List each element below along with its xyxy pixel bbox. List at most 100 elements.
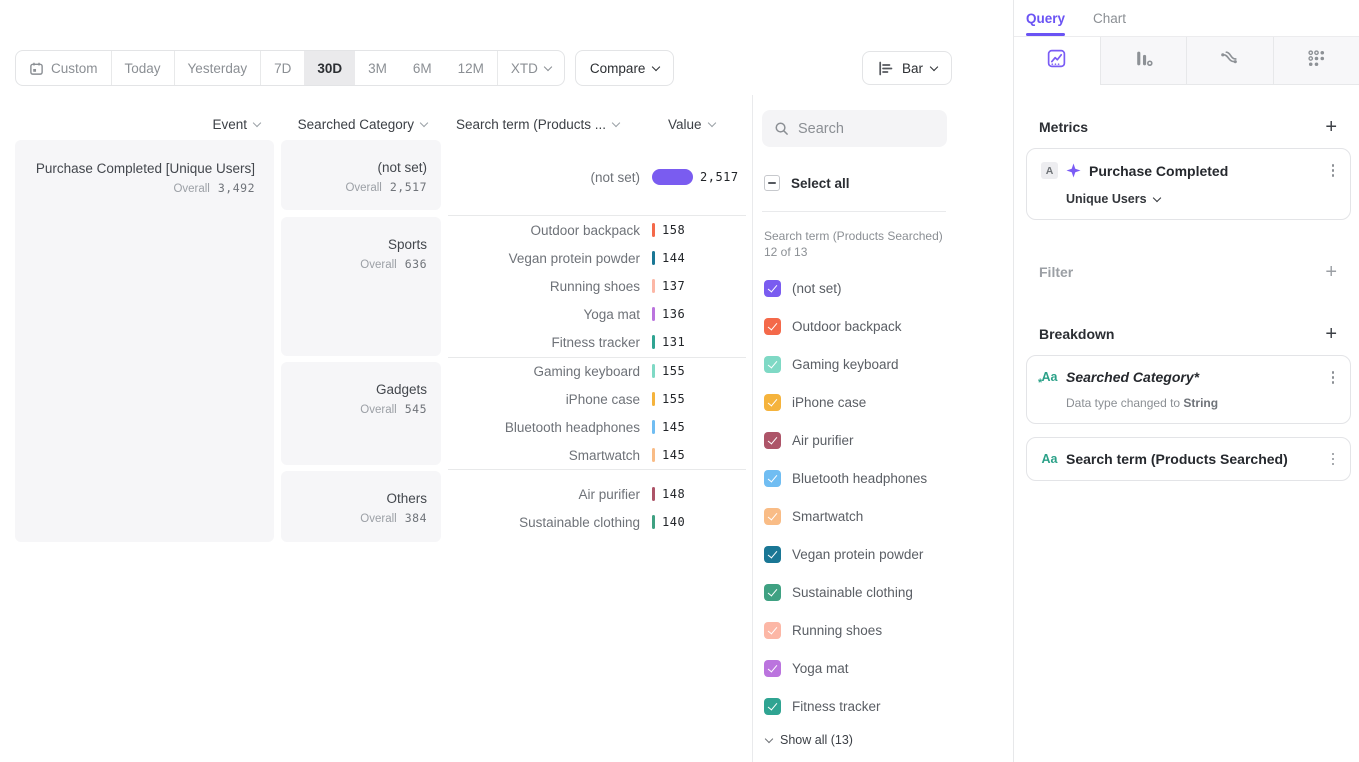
report-tab-insights[interactable] (1014, 37, 1100, 85)
legend-checkbox[interactable] (764, 318, 781, 335)
chevron-down-icon (544, 62, 552, 70)
legend-checkbox[interactable] (764, 394, 781, 411)
category-cell-sports[interactable]: SportsOverall636 (281, 217, 441, 356)
term-row-yoga-mat[interactable]: Yoga mat136 (448, 303, 748, 325)
legend-checkbox[interactable] (764, 546, 781, 563)
term-value: 155 (662, 364, 685, 378)
legend-search[interactable] (762, 110, 947, 147)
column-header-search-term[interactable]: Search term (Products ... (456, 117, 619, 132)
term-row-iphone-case[interactable]: iPhone case155 (448, 388, 748, 410)
category-cell-not-set[interactable]: (not set)Overall2,517 (281, 140, 441, 210)
legend-item-fitness-tracker[interactable]: Fitness tracker (764, 697, 881, 715)
legend-checkbox[interactable] (764, 470, 781, 487)
date-range-label: Custom (51, 61, 98, 76)
query-builder: Metrics + A Purchase Completed Unique Us… (1014, 119, 1359, 481)
report-tab-retention[interactable] (1273, 37, 1359, 85)
legend-item-vegan-protein-powder[interactable]: Vegan protein powder (764, 545, 923, 563)
search-icon (774, 121, 789, 136)
breakdown-menu-icon[interactable] (1330, 369, 1337, 386)
term-row-smartwatch[interactable]: Smartwatch145 (448, 444, 748, 466)
select-all-checkbox[interactable] (764, 175, 780, 191)
legend-item-iphone-case[interactable]: iPhone case (764, 393, 866, 411)
date-range-6m[interactable]: 6M (400, 51, 445, 85)
legend-checkbox[interactable] (764, 660, 781, 677)
legend-checkbox[interactable] (764, 508, 781, 525)
legend-item-smartwatch[interactable]: Smartwatch (764, 507, 863, 525)
select-all-row[interactable]: Select all (764, 175, 850, 191)
event-title: Purchase Completed [Unique Users] (15, 161, 255, 176)
metric-card[interactable]: A Purchase Completed Unique Users (1026, 148, 1351, 220)
tab-query[interactable]: Query (1026, 0, 1065, 36)
string-property-icon: Aa (1041, 452, 1058, 466)
legend-item-not-set[interactable]: (not set) (764, 279, 842, 297)
tab-chart[interactable]: Chart (1093, 0, 1126, 36)
metric-menu-icon[interactable] (1330, 162, 1337, 179)
legend-checkbox[interactable] (764, 584, 781, 601)
legend-item-yoga-mat[interactable]: Yoga mat (764, 659, 849, 677)
date-range-7d[interactable]: 7D (260, 51, 304, 85)
date-range-label: 6M (413, 61, 432, 76)
term-row-fitness-tracker[interactable]: Fitness tracker131 (448, 331, 748, 353)
date-range-label: Yesterday (188, 61, 248, 76)
legend-checkbox[interactable] (764, 622, 781, 639)
add-metric-button[interactable]: + (1325, 120, 1337, 134)
search-input[interactable] (798, 121, 928, 137)
date-range-custom[interactable]: Custom (16, 51, 111, 85)
breakdown-note: Data type changed to String (1066, 396, 1336, 410)
column-header-searched-category[interactable]: Searched Category (240, 117, 427, 132)
legend-item-gaming-keyboard[interactable]: Gaming keyboard (764, 355, 899, 373)
date-range-xtd[interactable]: XTD (497, 51, 564, 85)
chevron-down-icon (612, 119, 620, 127)
event-cell[interactable]: Purchase Completed [Unique Users] Overal… (15, 140, 274, 542)
term-row-not-set[interactable]: (not set)2,517 (448, 166, 748, 188)
legend-item-air-purifier[interactable]: Air purifier (764, 431, 854, 449)
query-panel: Query Chart Metrics + A Purchase Complet… (1013, 0, 1359, 762)
legend-item-bluetooth-headphones[interactable]: Bluetooth headphones (764, 469, 927, 487)
show-all-link[interactable]: Show all (13) (766, 733, 853, 747)
legend-checkbox[interactable] (764, 356, 781, 373)
term-row-vegan-protein-powder[interactable]: Vegan protein powder144 (448, 247, 748, 269)
term-value: 131 (662, 335, 685, 349)
term-label: Bluetooth headphones (448, 420, 640, 435)
report-tab-funnels[interactable] (1100, 37, 1187, 85)
overall-value: 636 (405, 257, 427, 271)
measure-dropdown[interactable]: Unique Users (1066, 192, 1336, 206)
legend-checkbox[interactable] (764, 432, 781, 449)
category-cell-gadgets[interactable]: GadgetsOverall545 (281, 362, 441, 465)
category-overall: Overall2,517 (281, 180, 427, 194)
overall-value: 2,517 (390, 180, 427, 194)
breakdown-card-searched-category[interactable]: Aa*Searched Category*Data type changed t… (1026, 355, 1351, 424)
legend-item-outdoor-backpack[interactable]: Outdoor backpack (764, 317, 902, 335)
term-row-bluetooth-headphones[interactable]: Bluetooth headphones145 (448, 416, 748, 438)
legend-checkbox[interactable] (764, 280, 781, 297)
breakdown-card-search-term-products-searched[interactable]: AaSearch term (Products Searched) (1026, 437, 1351, 482)
date-range-3m[interactable]: 3M (355, 51, 400, 85)
column-header-event[interactable]: Event (15, 117, 260, 132)
date-range-30d[interactable]: 30D (304, 51, 355, 85)
date-range-12m[interactable]: 12M (445, 51, 497, 85)
chart-type-button[interactable]: Bar (862, 51, 952, 85)
legend-item-sustainable-clothing[interactable]: Sustainable clothing (764, 583, 913, 601)
breakdown-menu-icon[interactable] (1330, 451, 1337, 468)
term-row-sustainable-clothing[interactable]: Sustainable clothing140 (448, 511, 748, 533)
report-tab-flows[interactable] (1186, 37, 1273, 85)
term-row-gaming-keyboard[interactable]: Gaming keyboard155 (448, 360, 748, 382)
add-breakdown-button[interactable]: + (1325, 327, 1337, 341)
legend-checkbox[interactable] (764, 698, 781, 715)
legend-label: Sustainable clothing (792, 585, 913, 600)
compare-button[interactable]: Compare (575, 50, 675, 86)
term-row-air-purifier[interactable]: Air purifier148 (448, 483, 748, 505)
term-row-outdoor-backpack[interactable]: Outdoor backpack158 (448, 219, 748, 241)
date-range-today[interactable]: Today (111, 51, 174, 85)
add-filter-button[interactable]: + (1325, 265, 1337, 279)
metric-letter-badge: A (1041, 162, 1058, 179)
term-row-running-shoes[interactable]: Running shoes137 (448, 275, 748, 297)
term-label: Vegan protein powder (448, 251, 640, 266)
date-range-yesterday[interactable]: Yesterday (174, 51, 261, 85)
legend-label: Running shoes (792, 623, 882, 638)
overall-label: Overall (360, 259, 396, 271)
group-divider (448, 357, 746, 358)
column-header-value[interactable]: Value (668, 117, 715, 132)
category-cell-others[interactable]: OthersOverall384 (281, 471, 441, 542)
legend-item-running-shoes[interactable]: Running shoes (764, 621, 882, 639)
